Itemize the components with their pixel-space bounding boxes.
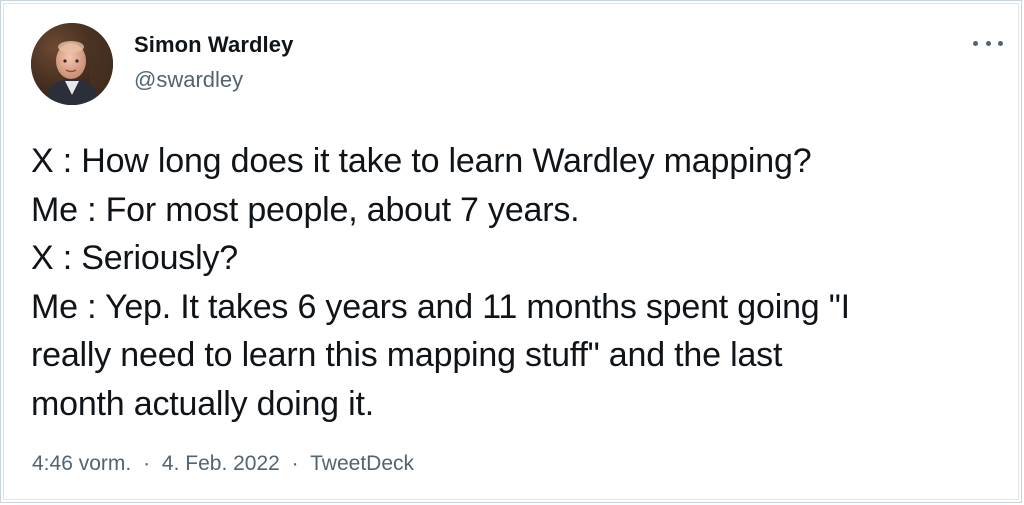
avatar-image — [31, 23, 113, 105]
tweet-meta: 4:46 vorm. · 4. Feb. 2022 · TweetDeck — [32, 452, 414, 476]
tweet-card: Simon Wardley @swardley X : How long doe… — [0, 0, 1022, 503]
tweet-text: X : How long does it take to learn Wardl… — [31, 137, 1001, 428]
author-handle[interactable]: @swardley — [134, 67, 243, 93]
tweet-text-line: X : Seriously? — [31, 239, 238, 277]
meta-separator: · — [291, 452, 299, 475]
more-horizontal-icon — [973, 40, 978, 46]
tweet-text-line: Me : For most people, about 7 years. — [31, 190, 580, 229]
tweet-text-line: Me : Yep. It takes 6 years and 11 months… — [31, 287, 850, 326]
avatar[interactable] — [31, 23, 113, 105]
tweet-source-link[interactable]: TweetDeck — [310, 452, 414, 475]
meta-separator: · — [143, 452, 151, 475]
tweet-text-line: month actually doing it. — [31, 384, 374, 423]
more-horizontal-icon — [985, 40, 991, 46]
more-horizontal-icon — [998, 40, 1003, 46]
tweet-text-line: X : How long does it take to learn Wardl… — [31, 142, 812, 180]
more-options-button[interactable] — [973, 35, 1003, 51]
tweet-time[interactable]: 4:46 vorm. — [32, 452, 131, 475]
author-name[interactable]: Simon Wardley — [134, 32, 293, 58]
tweet-text-line: really need to learn this mapping stuff"… — [31, 336, 783, 374]
tweet-date[interactable]: 4. Feb. 2022 — [162, 452, 280, 475]
